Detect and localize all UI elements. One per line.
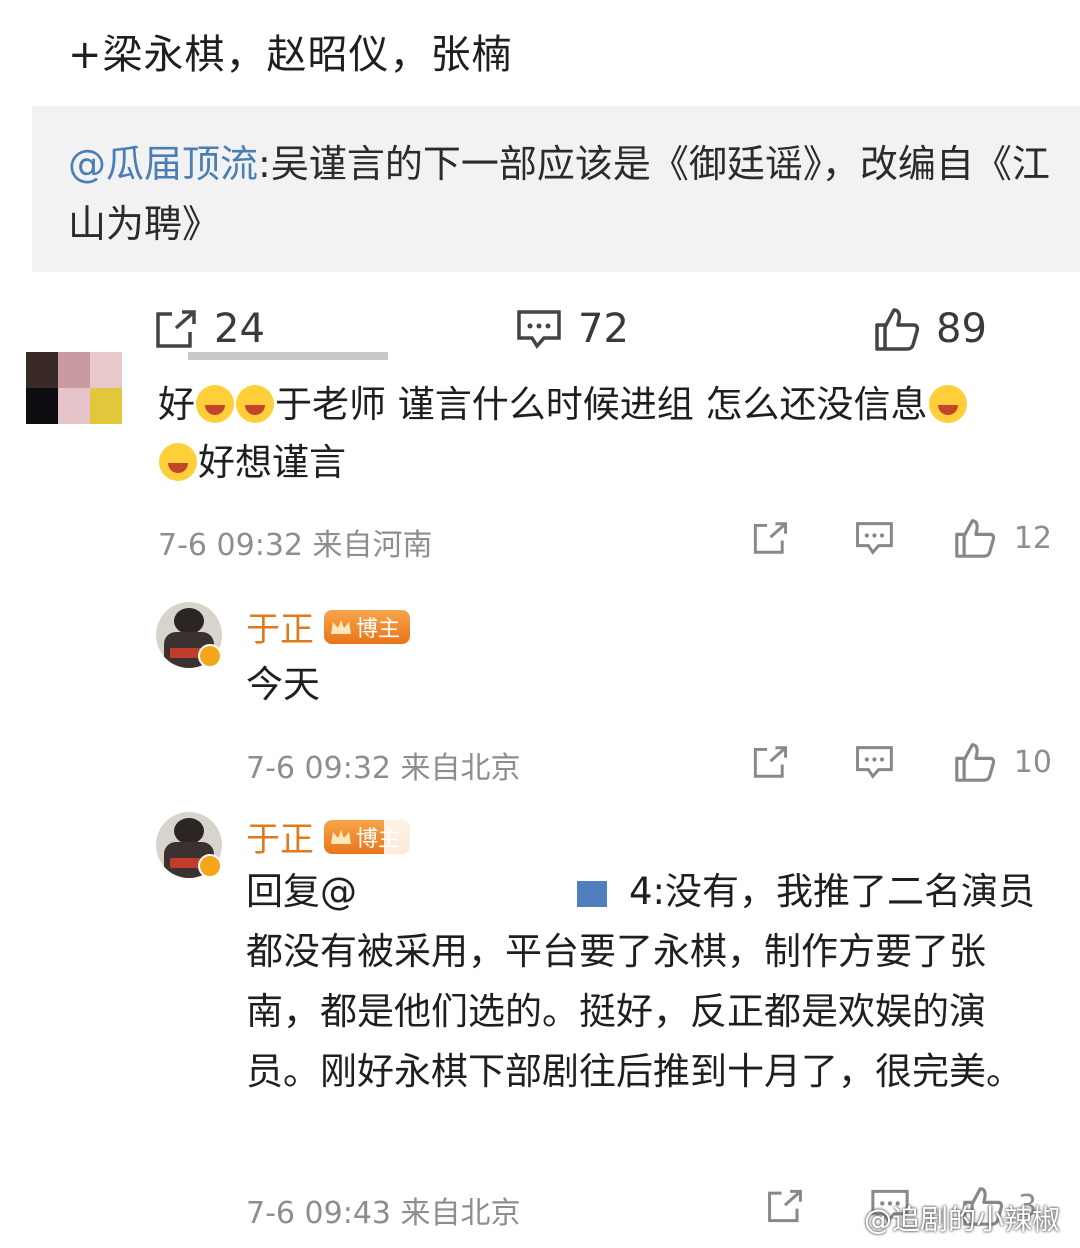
thumbs-up-icon (955, 743, 995, 782)
redacted-username (357, 879, 629, 909)
username[interactable]: 于正 (246, 812, 314, 861)
crying-emoji-icon (928, 385, 967, 423)
watermark-text: @追剧的小辣椒 (864, 1203, 1061, 1236)
crown-icon (331, 829, 351, 844)
comment-icon (517, 310, 561, 349)
post-text: +梁永棋，赵昭仪，张楠 (68, 32, 513, 78)
shock-emoji-icon (236, 385, 274, 423)
reply-suffix: 4: (629, 870, 666, 913)
comment-like-button[interactable]: 12 (954, 518, 1052, 558)
mention-link[interactable]: @瓜届顶流 (68, 142, 258, 186)
verified-badge-icon (198, 854, 222, 878)
reply-header: 于正 博主 (246, 602, 411, 651)
share-icon (156, 310, 196, 348)
comment-time: 7-6 09:32 来自河南 (158, 528, 433, 563)
blur-patch (384, 820, 418, 856)
repost-button[interactable]: 24 (154, 306, 265, 352)
comment-text-b: 于老师 谨言什么时候进组 怎么还没信息 (275, 383, 928, 426)
like-button[interactable]: 89 (874, 306, 987, 352)
blogger-badge: 博主 (324, 609, 411, 644)
weibo-logo-icon (819, 1204, 856, 1234)
comment-actions: 12 (752, 518, 1052, 558)
badge-label: 博主 (356, 616, 401, 642)
username[interactable]: 于正 (246, 602, 314, 651)
comment-like-count: 12 (1013, 520, 1052, 556)
share-icon[interactable] (766, 1188, 804, 1224)
share-icon[interactable] (752, 744, 789, 780)
quoted-post-text: @瓜届顶流:吴谨言的下一部应该是《御廷谣》，改编自《江山为聘》 (68, 134, 1058, 254)
crying-emoji-icon (159, 443, 197, 481)
reply-prefix[interactable]: 回复@ (246, 870, 357, 913)
crown-icon (331, 619, 351, 634)
avatar-mosaic[interactable] (26, 352, 122, 428)
reply-time: 7-6 09:32 来自北京 (246, 751, 521, 786)
reply-like-count: 10 (1013, 744, 1052, 780)
like-count: 89 (936, 306, 987, 352)
reply-text: 今天 (246, 663, 320, 706)
thumbs-up-icon (955, 519, 995, 558)
verified-badge-icon (198, 644, 222, 668)
reply-text: 回复@ 4:没有，我推了二名演员都没有被采用，平台要了永棋，制作方要了张南，都是他… (246, 862, 1048, 1102)
comment-text-c: 好想谨言 (198, 441, 346, 484)
comment-icon[interactable] (855, 744, 894, 780)
comment-icon[interactable] (855, 520, 894, 556)
reply-actions: 10 (752, 742, 1052, 782)
comment-text-a: 好 (158, 383, 195, 426)
comment-button[interactable]: 72 (516, 306, 629, 352)
share-icon[interactable] (752, 520, 789, 556)
blur-strip (188, 352, 388, 360)
repost-count: 24 (214, 306, 265, 352)
thumbs-up-icon (875, 308, 920, 351)
comment-text: 好 于老师 谨言什么时候进组 怎么还没信息好想谨言 (158, 376, 1058, 492)
reply-time: 7-6 09:43 来自北京 (246, 1196, 521, 1231)
shock-emoji-icon (196, 385, 234, 423)
watermark: @追剧的小辣椒 (818, 1198, 1060, 1238)
comment-count: 72 (578, 306, 629, 352)
reply-like-button[interactable]: 10 (954, 742, 1052, 782)
